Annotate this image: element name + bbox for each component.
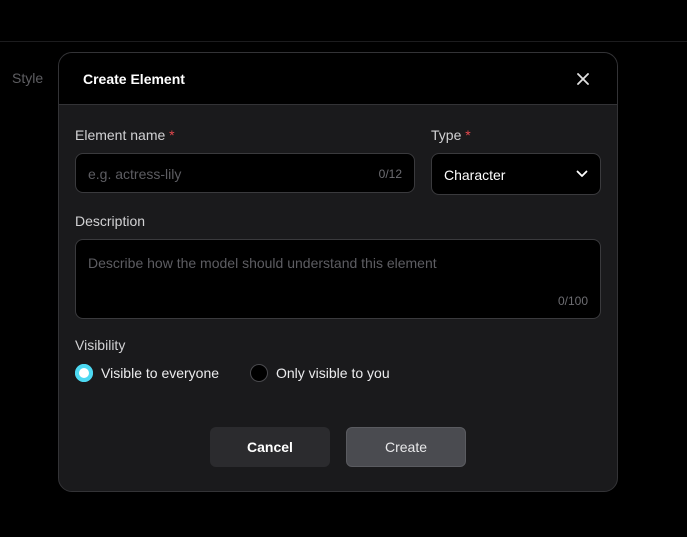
required-mark: * [169, 127, 175, 143]
description-counter: 0/100 [557, 294, 588, 308]
create-button[interactable]: Create [346, 427, 466, 467]
radio-only-visible-to-you[interactable] [250, 364, 268, 382]
required-mark: * [465, 127, 471, 143]
cancel-button[interactable]: Cancel [210, 427, 330, 467]
type-selected-value: Character [444, 167, 506, 183]
radio-label-visible-to-everyone[interactable]: Visible to everyone [101, 365, 219, 381]
description-label: Description [75, 213, 146, 229]
description-textarea[interactable]: Describe how the model should understand… [75, 239, 601, 319]
create-element-dialog: Create Element Element name * e.g. actre… [58, 52, 618, 492]
radio-visible-to-everyone[interactable] [75, 364, 93, 382]
dialog-title: Create Element [83, 70, 185, 87]
type-select[interactable]: Character [431, 153, 601, 195]
type-label: Type * [431, 127, 471, 143]
visibility-label: Visibility [75, 337, 126, 353]
radio-label-only-visible-to-you[interactable]: Only visible to you [276, 365, 390, 381]
topbar-divider [0, 41, 687, 42]
element-name-input[interactable]: e.g. actress-lily 0/12 [75, 153, 415, 193]
chevron-down-icon [576, 170, 588, 177]
description-placeholder: Describe how the model should understand… [88, 255, 437, 271]
element-name-placeholder: e.g. actress-lily [88, 166, 182, 182]
element-name-counter: 0/12 [378, 167, 402, 181]
close-icon [577, 72, 589, 85]
dialog-header: Create Element [59, 53, 617, 105]
close-button[interactable] [573, 69, 593, 89]
background-style-label[interactable]: Style [12, 70, 43, 86]
element-name-label: Element name * [75, 127, 175, 143]
